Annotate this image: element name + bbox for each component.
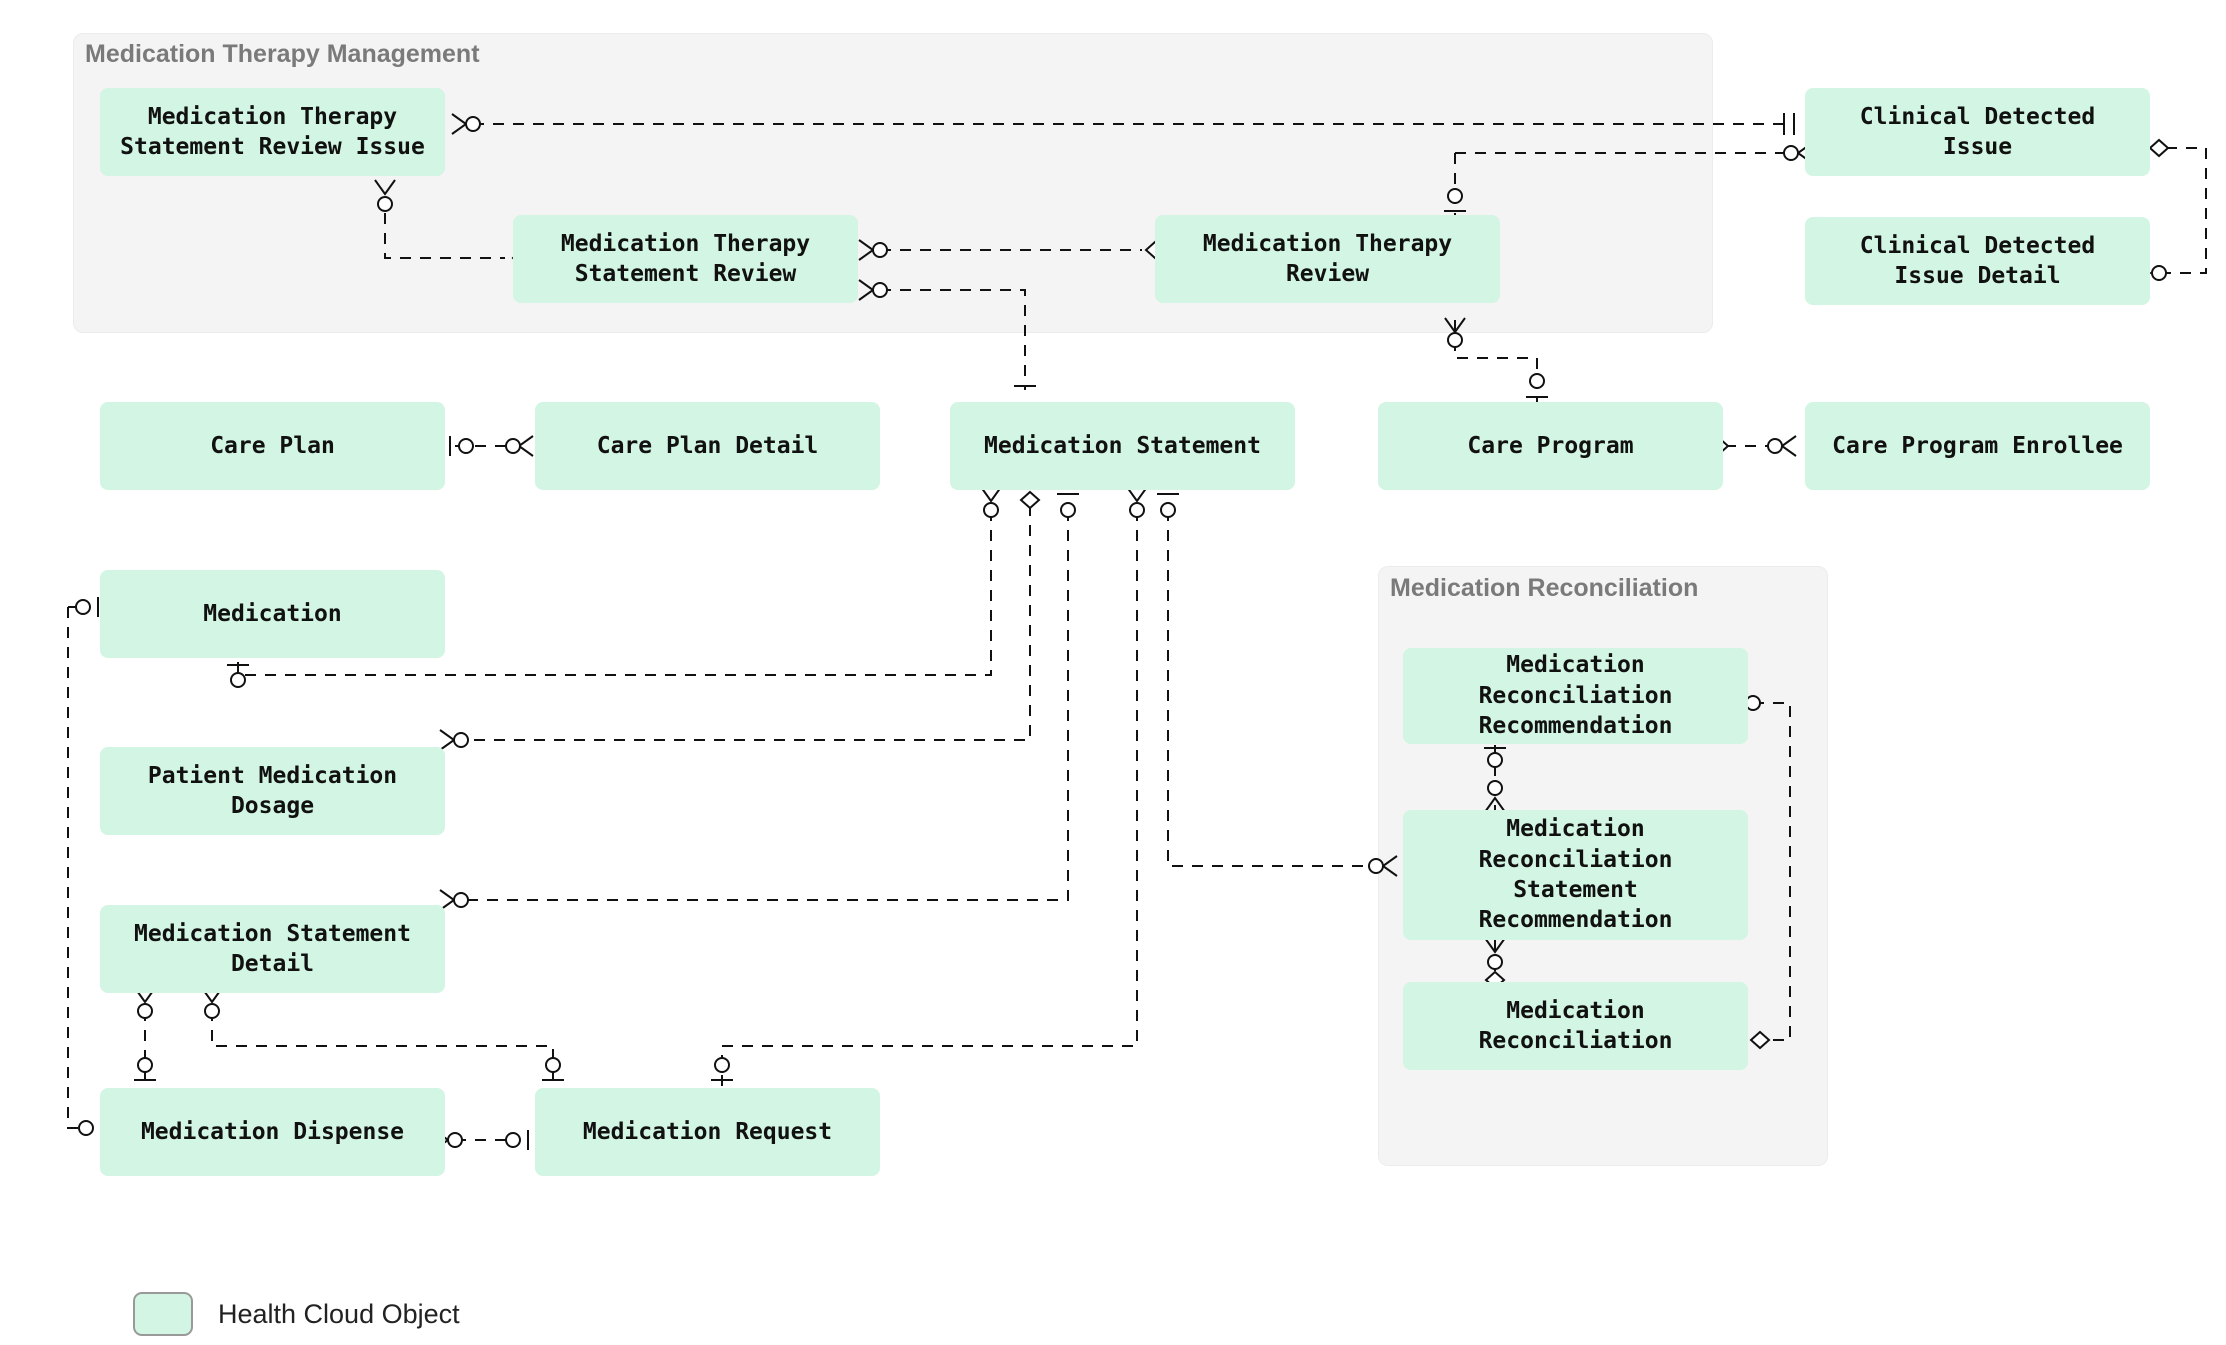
entity-label: Patient Medication Dosage <box>147 762 398 819</box>
entity-medication-reconciliation-recommendation[interactable]: Medication Reconciliation Recommendation <box>1403 648 1748 744</box>
entity-medication-statement-detail[interactable]: Medication Statement Detail <box>100 905 445 993</box>
entity-medication-therapy-statement-review[interactable]: Medication Therapy Statement Review <box>513 215 858 303</box>
entity-label: Care Plan Detail <box>596 432 819 459</box>
entity-patient-medication-dosage[interactable]: Patient Medication Dosage <box>100 747 445 835</box>
entity-label: Medication Request <box>582 1118 833 1145</box>
entity-care-program[interactable]: Care Program <box>1378 402 1723 490</box>
entity-care-program-enrollee[interactable]: Care Program Enrollee <box>1805 402 2150 490</box>
entity-label: Medication Therapy Statement Review <box>560 230 811 287</box>
entity-clinical-detected-issue[interactable]: Clinical Detected Issue <box>1805 88 2150 176</box>
entity-medication-statement[interactable]: Medication Statement <box>950 402 1295 490</box>
entity-clinical-detected-issue-detail[interactable]: Clinical Detected Issue Detail <box>1805 217 2150 305</box>
entity-label: Clinical Detected Issue <box>1859 103 2096 160</box>
entity-medication-reconciliation-statement-recommendation[interactable]: Medication Reconciliation Statement Reco… <box>1403 810 1748 940</box>
entity-medication-request[interactable]: Medication Request <box>535 1088 880 1176</box>
entity-medication-dispense[interactable]: Medication Dispense <box>100 1088 445 1176</box>
entity-medication-therapy-statement-review-issue[interactable]: Medication Therapy Statement Review Issu… <box>100 88 445 176</box>
entity-care-plan[interactable]: Care Plan <box>100 402 445 490</box>
entity-label: Medication Dispense <box>140 1118 405 1145</box>
entity-label: Medication Reconciliation Recommendation <box>1478 652 1673 740</box>
entity-label: Medication Statement Detail <box>134 920 411 977</box>
entity-label: Medication Therapy Review <box>1202 230 1453 287</box>
entity-label: Clinical Detected Issue Detail <box>1859 232 2096 289</box>
entity-label: Medication <box>203 600 342 627</box>
entity-label: Care Program Enrollee <box>1832 432 2123 459</box>
entity-medication[interactable]: Medication <box>100 570 445 658</box>
entity-medication-reconciliation[interactable]: Medication Reconciliation <box>1403 982 1748 1070</box>
entity-label: Medication Therapy Statement Review Issu… <box>120 103 425 160</box>
entity-medication-therapy-review[interactable]: Medication Therapy Review <box>1155 215 1500 303</box>
entity-label: Care Plan <box>210 432 335 459</box>
diagram-canvas: Medication Therapy Management Medication… <box>0 0 2226 1345</box>
entity-label: Medication Statement <box>984 432 1261 459</box>
entity-label: Care Program <box>1467 432 1634 459</box>
entity-label: Medication Reconciliation Statement Reco… <box>1478 816 1673 934</box>
entity-care-plan-detail[interactable]: Care Plan Detail <box>535 402 880 490</box>
entity-label: Medication Reconciliation <box>1478 997 1673 1054</box>
